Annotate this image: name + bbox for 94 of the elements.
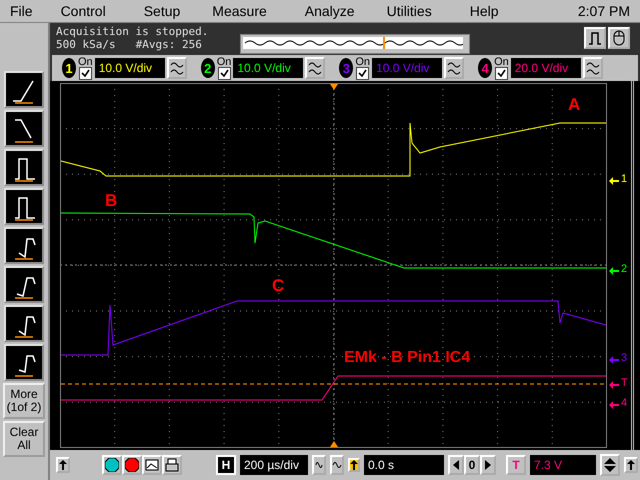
menu-item[interactable]: File <box>10 3 33 19</box>
left-arrow-icon <box>609 401 619 409</box>
on-label: On <box>494 56 509 66</box>
check-icon <box>220 68 229 78</box>
pulse-icon <box>588 31 602 45</box>
stop-icon <box>125 458 139 472</box>
stop-button[interactable] <box>122 455 142 475</box>
mouse-icon <box>613 30 625 46</box>
scale-adjust-button[interactable] <box>444 57 464 79</box>
channel-scale-field[interactable]: 20.0 V/div <box>510 58 581 78</box>
channel-number[interactable]: 4 <box>478 58 492 78</box>
channel-marker: 1 <box>621 173 628 185</box>
channel-on-checkbox[interactable] <box>218 66 231 80</box>
channel-on-checkbox[interactable] <box>356 66 370 80</box>
channel-marker: 2 <box>621 263 628 275</box>
channel-scale-field[interactable]: 10.0 V/div <box>94 58 165 78</box>
check-icon <box>80 68 90 78</box>
up-down-icon <box>604 458 616 472</box>
image-icon <box>145 458 159 472</box>
channel-marker: 3 <box>621 352 628 364</box>
check-icon <box>496 68 506 78</box>
clear-all-button[interactable]: Clear All <box>3 421 45 457</box>
pulse-width-icon-button[interactable] <box>4 149 44 186</box>
horizontal-button[interactable]: H <box>216 455 236 475</box>
coarse-adjust-button[interactable] <box>330 455 344 475</box>
scale-adjust-button[interactable] <box>582 57 603 79</box>
channel-marker: 4 <box>621 397 628 409</box>
up-arrow-icon <box>59 460 67 470</box>
left-arrow-icon <box>609 177 619 185</box>
up-arrow-icon <box>350 460 358 470</box>
trigger-position-icon <box>330 84 338 90</box>
scroll-up-button[interactable] <box>624 457 638 473</box>
left-arrow-icon <box>609 381 619 389</box>
channel-scale-field[interactable]: 10.0 V/div <box>233 58 304 78</box>
on-label: On <box>78 56 93 66</box>
delay-zero-button[interactable]: 0 <box>464 455 480 475</box>
wave-adjust-icon <box>447 61 462 75</box>
menu-item[interactable]: Analyze <box>304 3 355 19</box>
averages-count: #Avgs: 256 <box>136 38 202 51</box>
wave-adjust-icon <box>170 61 184 75</box>
delay-field[interactable]: 0.0 s <box>364 455 444 475</box>
base-level-icon-button[interactable] <box>4 266 44 303</box>
peak-to-peak-icon-button[interactable] <box>4 305 44 342</box>
trigger-position-icon <box>330 441 338 447</box>
left-arrow-icon <box>609 356 619 364</box>
up-arrow-icon <box>627 460 635 470</box>
on-label: On <box>216 56 232 66</box>
run-icon <box>105 458 119 472</box>
print-button[interactable] <box>162 455 182 475</box>
channel-number[interactable]: 2 <box>200 58 215 78</box>
print-icon <box>165 458 179 472</box>
scale-adjust-button[interactable] <box>166 57 187 79</box>
channel-marker: T <box>621 377 628 389</box>
left-arrow-icon <box>609 267 619 275</box>
menu-item[interactable]: Utilities <box>386 3 432 19</box>
delay-right-button[interactable] <box>480 455 496 475</box>
check-icon <box>358 68 368 78</box>
period-icon-button[interactable] <box>4 188 44 225</box>
scroll-up-button[interactable] <box>56 457 70 473</box>
status-message: Acquisition is stopped. <box>56 25 208 38</box>
channel-on-checkbox[interactable] <box>494 66 508 80</box>
trace-label: C <box>272 276 284 296</box>
sample-rate: 500 kSa/s <box>56 38 116 51</box>
falling-edge-icon-button[interactable] <box>4 110 44 147</box>
on-label: On <box>355 56 370 66</box>
fine-adjust-button[interactable] <box>312 455 326 475</box>
delay-left-button[interactable] <box>448 455 464 475</box>
top-level-icon-button[interactable] <box>4 344 44 381</box>
left-arrow-icon <box>453 460 459 470</box>
amplitude-icon-button[interactable] <box>4 227 44 264</box>
level-spin-button[interactable] <box>600 454 620 476</box>
menu-item[interactable]: Help <box>470 3 498 19</box>
wave-adjust-icon <box>586 61 600 75</box>
wave-adjust-icon <box>308 61 322 75</box>
channel-on-checkbox[interactable] <box>78 66 92 80</box>
delay-reference-button[interactable] <box>348 458 360 472</box>
trigger-level-field[interactable]: 7.3 V <box>530 455 596 475</box>
menu-item[interactable]: Measure <box>212 3 267 19</box>
more-button[interactable]: More (1of 2) <box>3 383 45 419</box>
pulse-mode-button[interactable] <box>584 27 606 49</box>
timebase-field[interactable]: 200 µs/div <box>240 455 308 475</box>
right-arrow-icon <box>485 460 491 470</box>
scale-adjust-button[interactable] <box>305 57 326 79</box>
save-button[interactable] <box>142 455 162 475</box>
menu-item[interactable]: Setup <box>144 3 180 19</box>
channel-number[interactable]: 1 <box>62 58 76 78</box>
trace-label: B <box>105 191 118 211</box>
clock: 2:07 PM <box>578 3 630 19</box>
mouse-mode-button[interactable] <box>608 27 630 49</box>
menu-item[interactable]: Control <box>60 3 106 19</box>
trace-label: A <box>568 95 580 115</box>
rising-edge-icon-button[interactable] <box>4 71 44 108</box>
run-button[interactable] <box>102 455 122 475</box>
trace-annotation: EMk - B Pin1 IC4 <box>344 349 470 367</box>
